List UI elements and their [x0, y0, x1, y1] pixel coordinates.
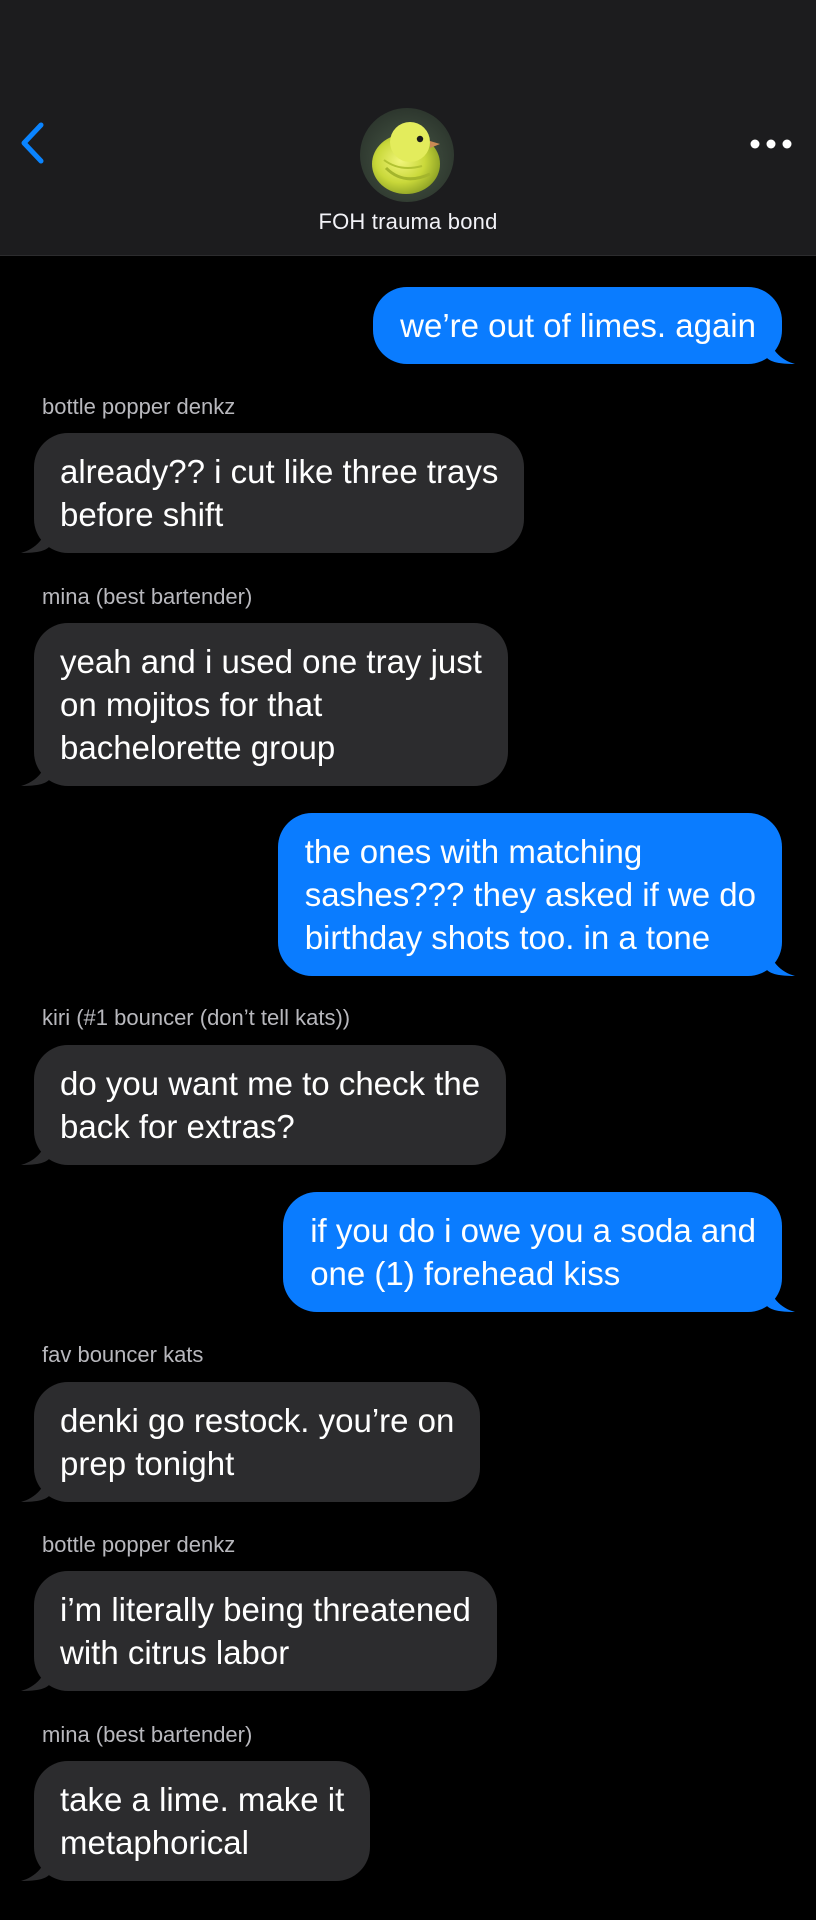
outgoing-message[interactable]: the ones with matching sashes??? they as…	[277, 813, 795, 976]
ellipsis-icon	[750, 139, 792, 149]
back-button[interactable]	[12, 118, 52, 168]
message-line: take a lime. make it	[60, 1781, 345, 1818]
sender-name: kiri (#1 bouncer (don’t tell kats))	[42, 1005, 351, 1030]
sender-name: bottle popper denkz	[42, 394, 236, 419]
bubble-tail	[21, 1466, 49, 1502]
message-line: bachelorette group	[60, 729, 336, 766]
message-line: sashes??? they asked if we do	[304, 876, 756, 913]
message-line: i’m literally being threatened	[60, 1591, 471, 1628]
group-name[interactable]: FOH trauma bond	[0, 209, 816, 235]
incoming-message[interactable]: take a lime. make it metaphorical	[21, 1761, 371, 1881]
message-line: if you do i owe you a soda and	[310, 1212, 756, 1249]
outgoing-message[interactable]: if you do i owe you a soda and one (1) f…	[283, 1192, 795, 1312]
message-line: before shift	[60, 496, 224, 533]
message-line: back for extras?	[60, 1108, 295, 1145]
bubble-tail	[21, 1655, 49, 1691]
sender-name: mina (best bartender)	[42, 1722, 253, 1747]
message-line: yeah and i used one tray just	[60, 643, 482, 680]
more-options-button[interactable]	[746, 122, 796, 166]
message-line: with citrus labor	[60, 1634, 290, 1671]
bubble-tail	[21, 1129, 49, 1165]
bubble-tail	[21, 1845, 49, 1881]
sender-name: mina (best bartender)	[42, 584, 253, 609]
conversation-header: FOH trauma bond	[0, 0, 816, 256]
message-line: already?? i cut like three trays	[60, 453, 499, 490]
bubble-tail	[767, 328, 795, 364]
bubble-tail	[767, 1276, 795, 1312]
message-line: we’re out of limes. again	[400, 307, 756, 344]
message-line: one (1) forehead kiss	[310, 1255, 621, 1292]
incoming-message[interactable]: already?? i cut like three trays before …	[21, 433, 525, 553]
incoming-message[interactable]: yeah and i used one tray just on mojitos…	[21, 623, 508, 786]
message-line: prep tonight	[60, 1445, 235, 1482]
message-line: denki go restock. you’re on	[60, 1402, 455, 1439]
message-line: the ones with matching	[304, 833, 643, 870]
message-line: birthday shots too. in a tone	[304, 919, 711, 956]
chevron-left-icon	[21, 122, 44, 164]
bubble-tail	[21, 750, 49, 786]
bubble-tail	[21, 517, 49, 553]
message-line: do you want me to check the	[60, 1065, 481, 1102]
group-avatar[interactable]	[360, 108, 454, 202]
sender-name: fav bouncer kats	[42, 1342, 204, 1367]
outgoing-message[interactable]: we’re out of limes. again	[373, 287, 795, 364]
bird-avatar-icon	[360, 108, 454, 202]
incoming-message[interactable]: denki go restock. you’re on prep tonight	[21, 1382, 481, 1502]
bubble-tail	[767, 940, 795, 976]
sender-name: bottle popper denkz	[42, 1532, 236, 1557]
message-line: on mojitos for that	[60, 686, 323, 723]
incoming-message[interactable]: i’m literally being threatened with citr…	[21, 1571, 497, 1691]
message-line: metaphorical	[60, 1824, 249, 1861]
incoming-message[interactable]: do you want me to check the back for ext…	[21, 1045, 507, 1165]
